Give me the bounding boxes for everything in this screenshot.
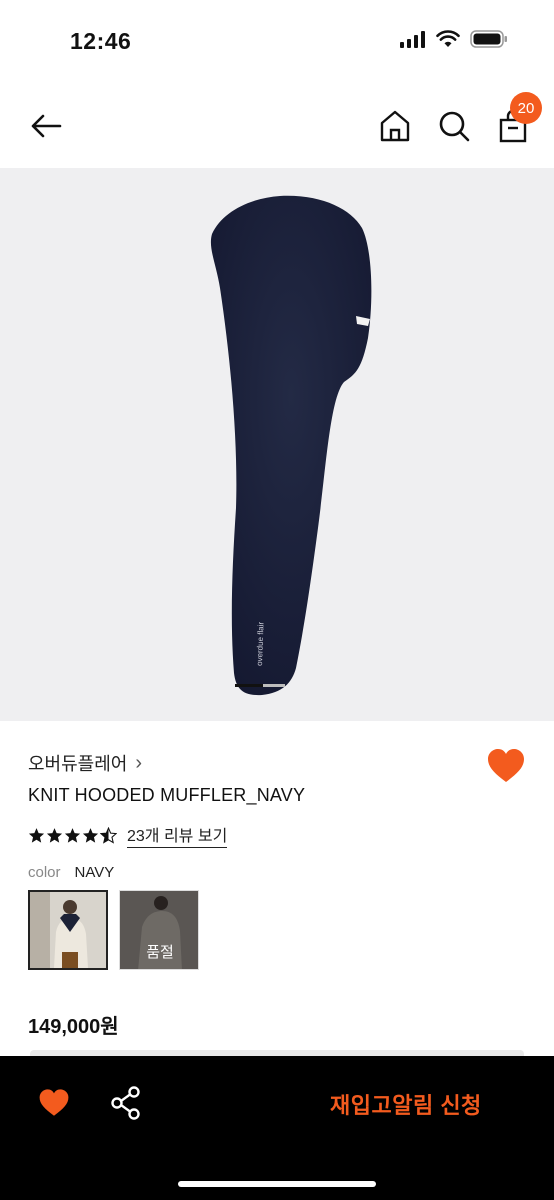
search-icon[interactable] xyxy=(436,108,472,144)
price: 149,000원 xyxy=(28,1016,119,1038)
soldout-label: 품절 xyxy=(146,944,174,961)
cellular-signal-icon xyxy=(400,31,425,48)
product-image[interactable]: overdue flair xyxy=(0,168,554,721)
star-icon xyxy=(46,827,63,843)
color-option-thumbnail-selected[interactable] xyxy=(28,890,108,970)
wishlist-heart-icon[interactable] xyxy=(486,748,526,784)
product-name: KNIT HOODED MUFFLER_NAVY xyxy=(28,785,306,805)
muffler-photo: overdue flair xyxy=(210,195,372,696)
brand-name: 오버듀플레어 xyxy=(28,754,128,774)
battery-icon xyxy=(470,30,507,48)
share-icon[interactable] xyxy=(110,1086,142,1120)
status-bar: 12:46 xyxy=(0,0,554,84)
wifi-icon xyxy=(436,30,460,47)
rating-row: 23개 리뷰 보기 xyxy=(28,822,228,848)
color-value: NAVY xyxy=(74,864,115,881)
back-arrow-icon[interactable] xyxy=(28,108,64,144)
home-icon[interactable] xyxy=(378,108,412,144)
star-icon xyxy=(64,827,81,843)
status-icons xyxy=(400,30,508,48)
heart-icon[interactable] xyxy=(38,1088,70,1118)
top-nav-bar xyxy=(0,84,554,168)
star-icon xyxy=(28,827,45,843)
rating-stars xyxy=(28,826,117,844)
brand-link[interactable]: 오버듀플레어 › xyxy=(28,750,142,776)
model-photo xyxy=(30,892,106,968)
status-time: 12:46 xyxy=(70,28,132,54)
slide-indicator xyxy=(235,684,285,687)
star-icon xyxy=(82,827,99,843)
color-label: color xyxy=(28,864,61,881)
chevron-right-icon: › xyxy=(135,751,143,774)
home-indicator xyxy=(178,1181,376,1187)
half-star-icon xyxy=(100,826,117,844)
color-row: color NAVY xyxy=(28,864,114,881)
svg-text:overdue flair: overdue flair xyxy=(255,621,266,666)
bottom-action-bar xyxy=(0,1056,554,1200)
review-link[interactable]: 23개 리뷰 보기 xyxy=(127,822,228,848)
color-option-thumbnail-soldout[interactable]: 품절 xyxy=(119,890,199,970)
cart-count-badge: 20 xyxy=(510,92,542,124)
restock-alert-button[interactable]: 재입고알림 신청 xyxy=(330,1088,482,1120)
